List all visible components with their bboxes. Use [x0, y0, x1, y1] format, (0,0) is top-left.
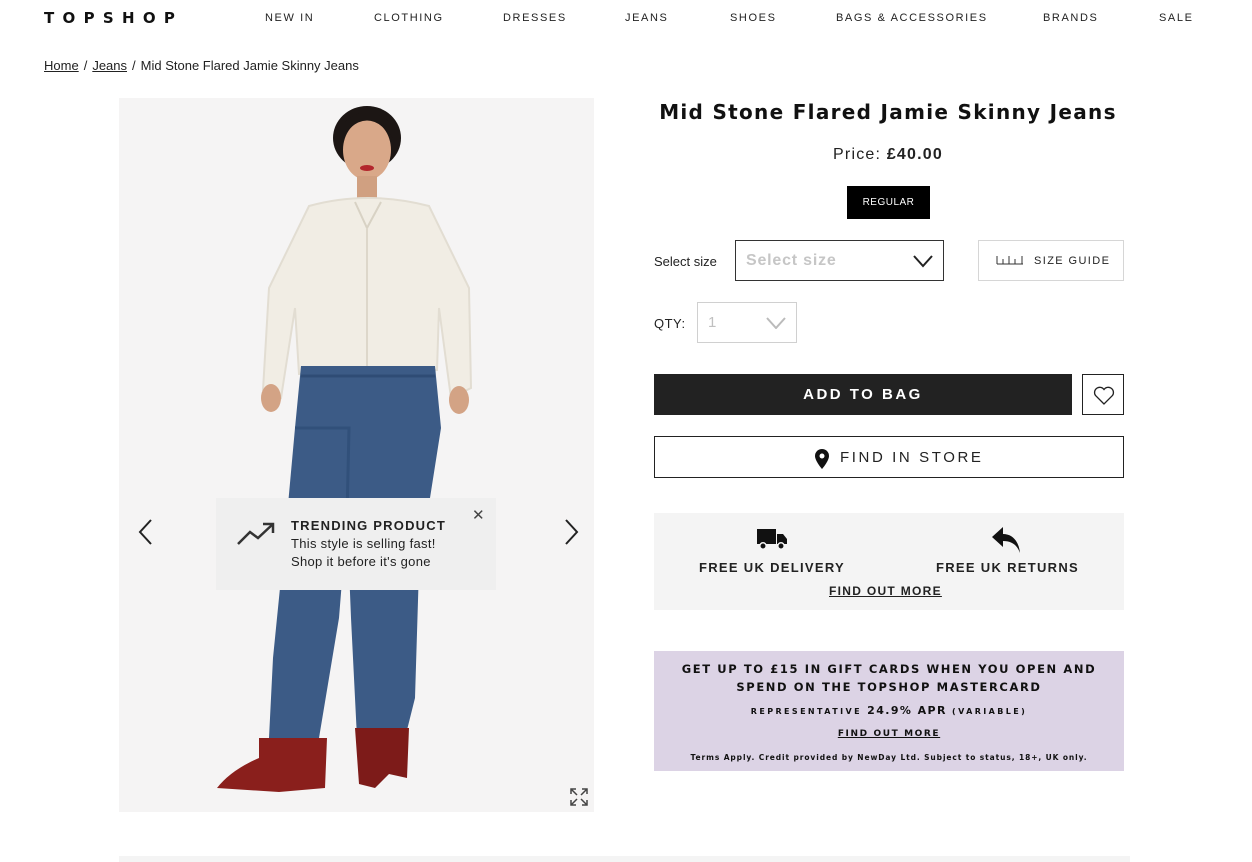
product-image[interactable]: [119, 98, 594, 812]
breadcrumb-current: Mid Stone Flared Jamie Skinny Jeans: [140, 58, 359, 73]
trending-line-2: Shop it before it's gone: [291, 554, 431, 569]
free-returns-text: FREE UK RETURNS: [936, 560, 1080, 575]
find-in-store-button[interactable]: FIND IN STORE: [654, 436, 1124, 478]
find-in-store-label: FIND IN STORE: [840, 449, 984, 466]
breadcrumb: Home / Jeans / Mid Stone Flared Jamie Skinny…: [44, 58, 359, 73]
nav-sale[interactable]: SALE: [1159, 12, 1194, 24]
chevron-down-icon: [766, 317, 786, 329]
nav-dresses[interactable]: DRESSES: [503, 12, 567, 24]
promo-headline: GET UP TO £15 IN GIFT CARDS WHEN YOU OPE…: [654, 660, 1124, 696]
nav-jeans[interactable]: JEANS: [625, 12, 668, 24]
promo-terms: Terms Apply. Credit provided by NewDay L…: [690, 753, 1088, 762]
chevron-right-icon[interactable]: [558, 517, 582, 547]
nav-clothing[interactable]: CLOTHING: [374, 12, 444, 24]
trending-line-1: This style is selling fast!: [291, 536, 436, 551]
breadcrumb-jeans[interactable]: Jeans: [92, 58, 127, 73]
nav-bags-accessories[interactable]: BAGS & ACCESSORIES: [836, 12, 988, 24]
trending-product-notice: TRENDING PRODUCT This style is selling f…: [216, 498, 496, 590]
trending-up-icon: [237, 522, 275, 545]
size-label: Select size: [654, 254, 717, 269]
qty-label: QTY:: [654, 316, 686, 331]
nav-brands[interactable]: BRANDS: [1043, 12, 1098, 24]
size-guide-button[interactable]: SIZE GUIDE: [978, 240, 1124, 281]
fit-regular-button[interactable]: REGULAR: [847, 186, 930, 219]
free-delivery-text: FREE UK DELIVERY: [699, 560, 846, 575]
size-placeholder: Select size: [746, 252, 837, 269]
product-photo: [119, 98, 594, 812]
promo-find-out-more-link[interactable]: FIND OUT MORE: [654, 729, 1124, 739]
size-select[interactable]: Select size: [735, 240, 944, 281]
wishlist-button[interactable]: [1082, 374, 1124, 415]
mastercard-promo-banner[interactable]: GET UP TO £15 IN GIFT CARDS WHEN YOU OPE…: [654, 651, 1124, 771]
chevron-down-icon: [913, 255, 933, 268]
ruler-icon: [996, 256, 1023, 265]
location-pin-icon: [815, 449, 829, 469]
nav-new-in[interactable]: NEW IN: [265, 12, 314, 24]
price-label: Price:: [833, 146, 882, 163]
qty-value: 1: [708, 314, 717, 331]
trending-title: TRENDING PRODUCT: [291, 518, 446, 533]
size-guide-label: SIZE GUIDE: [1034, 255, 1111, 267]
breadcrumb-separator: /: [132, 58, 136, 73]
promo-headline-line-2: SPEND ON THE TOPSHOP MASTERCARD: [736, 680, 1042, 694]
returns-arrow-icon: [992, 527, 1020, 553]
topshop-logo[interactable]: TOPSHOP: [44, 9, 183, 27]
qty-select[interactable]: 1: [697, 302, 797, 343]
chevron-left-icon[interactable]: [135, 517, 159, 547]
promo-apr-value: 24.9% APR: [867, 704, 947, 717]
breadcrumb-home[interactable]: Home: [44, 58, 79, 73]
delivery-find-out-more-link[interactable]: FIND OUT MORE: [829, 584, 942, 598]
expand-icon[interactable]: [569, 787, 589, 807]
promo-apr: REPRESENTATIVE 24.9% APR (VARIABLE): [654, 704, 1124, 717]
promo-variable: (VARIABLE): [952, 707, 1028, 716]
section-divider: [119, 856, 1130, 862]
heart-icon: [1093, 386, 1115, 405]
delivery-truck-icon: [757, 529, 787, 550]
promo-rep-label: REPRESENTATIVE: [750, 707, 862, 716]
promo-headline-line-1: GET UP TO £15 IN GIFT CARDS WHEN YOU OPE…: [681, 662, 1097, 676]
close-icon[interactable]: ✕: [472, 506, 485, 524]
product-title: Mid Stone Flared Jamie Skinny Jeans: [659, 100, 1117, 124]
nav-shoes[interactable]: SHOES: [730, 12, 777, 24]
delivery-returns-panel: FREE UK DELIVERY FREE UK RETURNS FIND OU…: [654, 513, 1124, 610]
price-value: £40.00: [886, 146, 943, 163]
product-price: Price: £40.00: [640, 146, 1136, 164]
breadcrumb-separator: /: [83, 58, 88, 73]
add-to-bag-button[interactable]: ADD TO BAG: [654, 374, 1072, 415]
